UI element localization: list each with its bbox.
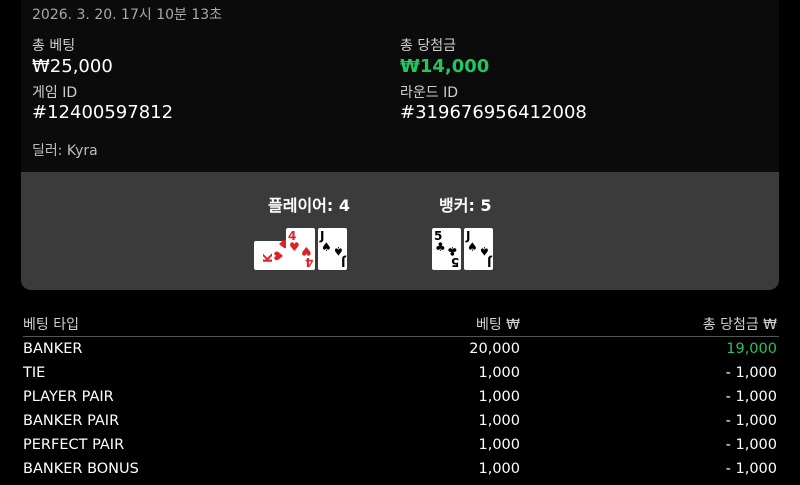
banker-card: 5 ♣ 5 ♣ bbox=[432, 228, 461, 270]
banker-score: 뱅커: 5 bbox=[439, 196, 492, 215]
player-card: J ♠ J ♠ bbox=[318, 228, 347, 270]
table-row: PERFECT PAIR 1,000 - 1,000 bbox=[23, 433, 779, 457]
player-card: 4 ♥ 4 ♥ bbox=[286, 228, 315, 270]
win-amount-cell: 19,000 bbox=[726, 341, 777, 357]
card-suit-icon: ♣ bbox=[447, 244, 458, 258]
bet-amount-cell: 1,000 bbox=[478, 389, 520, 405]
bet-type-cell: TIE bbox=[23, 365, 46, 381]
table-row: PLAYER PAIR 1,000 - 1,000 bbox=[23, 385, 779, 409]
bet-type-cell: BANKER BONUS bbox=[23, 461, 139, 477]
hands-panel: 플레이어: 4 뱅커: 5 K♥K♥4♥4♥J♠J♠ 5♣5♣J♠J♠ bbox=[21, 172, 779, 290]
win-amount-cell: - 1,000 bbox=[725, 365, 777, 381]
column-header-bet-type: 베팅 타입 bbox=[23, 317, 79, 333]
win-amount-cell: - 1,000 bbox=[725, 461, 777, 477]
win-amount-cell: - 1,000 bbox=[725, 413, 777, 429]
win-amount-cell: - 1,000 bbox=[725, 389, 777, 405]
card-suit-icon: ♣ bbox=[435, 240, 446, 254]
round-id-label: 라운드 ID bbox=[400, 85, 458, 101]
table-body: BANKER 20,000 19,000 TIE 1,000- 1,000 PLAYER … bbox=[23, 337, 779, 481]
card-suit-icon: ♠ bbox=[333, 244, 344, 258]
dealer-name: 딜러: Kyra bbox=[32, 143, 98, 159]
total-win-value: ₩14,000 bbox=[400, 56, 490, 77]
column-header-bet: 베팅 ₩ bbox=[475, 317, 520, 333]
player-score: 플레이어: 4 bbox=[268, 196, 350, 215]
bet-amount-cell: 20,000 bbox=[469, 341, 520, 357]
total-bet-label: 총 베팅 bbox=[32, 38, 76, 54]
card-suit-icon: ♥ bbox=[272, 250, 286, 261]
round-id-value: #319676956412008 bbox=[400, 102, 587, 123]
card-suit-icon: ♥ bbox=[301, 244, 312, 258]
bet-amount-cell: 1,000 bbox=[478, 461, 520, 477]
table-row: BANKER 20,000 19,000 bbox=[23, 337, 779, 361]
card-suit-icon: ♥ bbox=[289, 240, 300, 254]
game-id-value: #12400597812 bbox=[32, 102, 174, 123]
total-win-label: 총 당첨금 bbox=[400, 38, 456, 54]
bet-type-cell: PERFECT PAIR bbox=[23, 437, 125, 453]
round-summary-panel: 2026. 3. 20. 17시 10분 13초 총 베팅 ₩25,000 총 … bbox=[21, 0, 779, 172]
card-suit-icon: ♠ bbox=[479, 244, 490, 258]
total-bet-value: ₩25,000 bbox=[32, 56, 113, 77]
banker-card: J ♠ J ♠ bbox=[464, 228, 493, 270]
game-id-label: 게임 ID bbox=[32, 85, 78, 101]
table-row: BANKER PAIR 1,000 - 1,000 bbox=[23, 409, 779, 433]
bet-type-cell: BANKER bbox=[23, 341, 83, 357]
card-suit-icon: ♠ bbox=[467, 240, 478, 254]
table-header: 베팅 타입 베팅 ₩ 총 당첨금 ₩ bbox=[23, 312, 779, 337]
bet-amount-cell: 1,000 bbox=[478, 437, 520, 453]
card-suit-icon: ♠ bbox=[321, 240, 332, 254]
table-row: TIE 1,000 - 1,000 bbox=[23, 361, 779, 385]
column-header-win: 총 당첨금 ₩ bbox=[702, 317, 777, 333]
win-amount-cell: - 1,000 bbox=[725, 437, 777, 453]
table-row: BANKER BONUS 1,000 - 1,000 bbox=[23, 457, 779, 481]
bet-type-cell: BANKER PAIR bbox=[23, 413, 120, 429]
bet-type-cell: PLAYER PAIR bbox=[23, 389, 114, 405]
bet-amount-cell: 1,000 bbox=[478, 413, 520, 429]
bet-results-table: 베팅 타입 베팅 ₩ 총 당첨금 ₩ BANKER 20,000 19,000 TIE… bbox=[23, 312, 779, 481]
bet-amount-cell: 1,000 bbox=[478, 365, 520, 381]
round-timestamp: 2026. 3. 20. 17시 10분 13초 bbox=[32, 7, 223, 23]
